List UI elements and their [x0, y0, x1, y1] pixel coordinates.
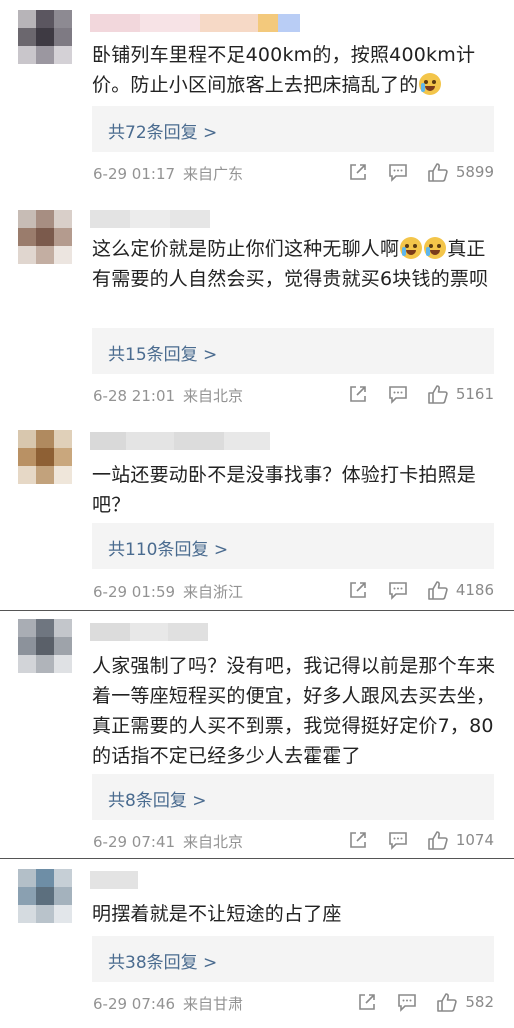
comment-text: 明摆着就是不让短途的占了座 — [92, 903, 342, 925]
thumbs-up-icon[interactable] — [427, 161, 449, 183]
avatar[interactable] — [18, 619, 72, 673]
comment-actions: 582 — [338, 990, 494, 1014]
share-icon[interactable] — [356, 991, 378, 1013]
username-blurred[interactable] — [90, 210, 210, 228]
replies-panel[interactable]: 共8条回复 > — [92, 774, 494, 820]
share-icon[interactable] — [347, 383, 369, 405]
thumbs-up-icon[interactable] — [427, 579, 449, 601]
username-blurred[interactable] — [90, 14, 300, 32]
share-icon[interactable] — [347, 161, 369, 183]
comment-icon[interactable] — [396, 991, 418, 1013]
like-count: 5899 — [455, 163, 494, 181]
comment-icon[interactable] — [387, 383, 409, 405]
timestamp: 6-29 01:17 — [93, 165, 176, 183]
like-count: 4186 — [455, 581, 494, 599]
comment-item: 人家强制了吗？没有吧，我记得以前是那个车来着一等座短程买的便宜，好多人跟风去买去… — [0, 610, 514, 858]
comment-meta: 6-29 07:46 来自甘肃 — [93, 993, 243, 1014]
laugh-cry-emoji — [419, 73, 442, 95]
avatar[interactable] — [18, 10, 72, 64]
timestamp: 6-29 07:46 — [93, 995, 176, 1013]
avatar[interactable] — [18, 869, 72, 923]
like-count: 5161 — [455, 385, 494, 403]
comment-item: 这么定价就是防止你们这种无聊人啊 真正有需要的人自然会买，觉得贵就买6块钱的票呗 … — [0, 196, 514, 416]
timestamp: 6-29 01:59 — [93, 583, 176, 601]
location: 来自浙江 — [183, 583, 244, 601]
thumbs-up-icon[interactable] — [427, 383, 449, 405]
replies-panel[interactable]: 共110条回复 > — [92, 523, 494, 569]
location: 来自北京 — [183, 387, 244, 405]
username-blurred[interactable] — [90, 432, 270, 450]
view-replies-link[interactable]: 共72条回复 > — [108, 118, 217, 143]
crying-emoji — [400, 237, 423, 259]
view-replies-link[interactable]: 共8条回复 > — [108, 786, 206, 811]
comment-actions: 5161 — [329, 382, 494, 406]
comment-icon[interactable] — [387, 829, 409, 851]
thumbs-up-icon[interactable] — [427, 829, 449, 851]
timestamp: 6-29 07:41 — [93, 833, 176, 851]
comment-item: 卧铺列车里程不足400km的，按照400km计价。防止小区间旅客上去把床搞乱了的… — [0, 0, 514, 196]
location: 来自甘肃 — [183, 995, 244, 1013]
comment-meta: 6-29 01:59 来自浙江 — [93, 581, 243, 602]
username-blurred[interactable] — [90, 871, 138, 889]
replies-panel[interactable]: 共15条回复 > — [92, 328, 494, 374]
location: 来自广东 — [183, 165, 244, 183]
replies-panel[interactable]: 共72条回复 > — [92, 106, 494, 152]
comment-actions: 1074 — [329, 828, 494, 852]
comment-text: 这么定价就是防止你们这种无聊人啊 真正有需要的人自然会买，觉得贵就买6块钱的票呗 — [92, 237, 489, 290]
comment-item: 一站还要动卧不是没事找事？体验打卡拍照是吧？ 共110条回复 > 6-29 01… — [0, 416, 514, 610]
crying-emoji — [424, 237, 447, 259]
comment-text: 卧铺列车里程不足400km的，按照400km计价。防止小区间旅客上去把床搞乱了的 — [92, 44, 476, 96]
timestamp: 6-28 21:01 — [93, 387, 176, 405]
comment-text: 人家强制了吗？没有吧，我记得以前是那个车来着一等座短程买的便宜，好多人跟风去买去… — [92, 655, 496, 767]
comment-icon[interactable] — [387, 161, 409, 183]
view-replies-link[interactable]: 共110条回复 > — [108, 535, 228, 560]
view-replies-link[interactable]: 共15条回复 > — [108, 340, 217, 365]
comment-icon[interactable] — [387, 579, 409, 601]
view-replies-link[interactable]: 共38条回复 > — [108, 948, 217, 973]
location: 来自北京 — [183, 833, 244, 851]
comment-meta: 6-29 07:41 来自北京 — [93, 831, 243, 852]
comment-item: 明摆着就是不让短途的占了座 共38条回复 > 6-29 07:46 来自甘肃 58… — [0, 858, 514, 1028]
comment-actions: 4186 — [329, 578, 494, 602]
comment-actions: 5899 — [329, 160, 494, 184]
avatar[interactable] — [18, 430, 72, 484]
thumbs-up-icon[interactable] — [436, 991, 458, 1013]
comment-meta: 6-28 21:01 来自北京 — [93, 385, 243, 406]
comment-meta: 6-29 01:17 来自广东 — [93, 163, 243, 184]
replies-panel[interactable]: 共38条回复 > — [92, 936, 494, 982]
avatar[interactable] — [18, 210, 72, 264]
username-blurred[interactable] — [90, 623, 208, 641]
like-count: 1074 — [455, 831, 494, 849]
comment-text: 一站还要动卧不是没事找事？体验打卡拍照是吧？ — [92, 464, 477, 516]
like-count: 582 — [465, 993, 494, 1011]
share-icon[interactable] — [347, 579, 369, 601]
share-icon[interactable] — [347, 829, 369, 851]
